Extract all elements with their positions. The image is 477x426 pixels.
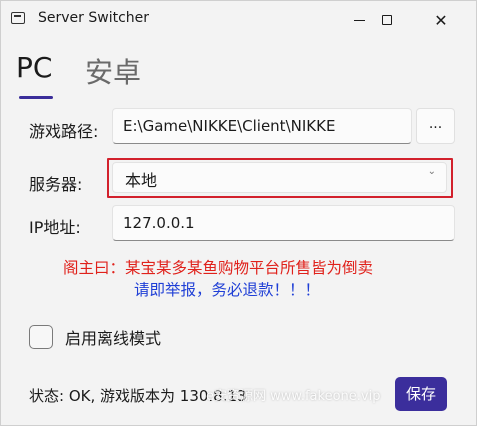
chevron-down-icon: ⌄ <box>427 166 436 177</box>
maximize-icon <box>382 15 392 25</box>
app-window-icon <box>11 12 25 24</box>
window-title: Server Switcher <box>38 10 150 26</box>
minimize-icon <box>353 19 365 21</box>
notice-warning-line: 阁主曰：某宝某多某鱼购物平台所售皆为倒卖 <box>63 259 374 277</box>
watermark: e安资源网 www.fakeone.vip <box>206 389 381 404</box>
offline-mode-label[interactable]: 启用离线模式 <box>65 325 161 349</box>
close-icon: ✕ <box>434 10 448 30</box>
server-label: 服务器: <box>29 175 83 194</box>
game-path-label: 游戏路径: <box>29 122 99 141</box>
maximize-button[interactable] <box>364 1 410 39</box>
tab-android[interactable]: 安卓 <box>85 51 141 91</box>
offline-mode-checkbox[interactable] <box>29 325 53 349</box>
ip-label: IP地址: <box>29 218 81 237</box>
server-select-value: 本地 <box>125 171 158 190</box>
browse-button[interactable]: ... <box>416 108 455 144</box>
tab-pc[interactable]: PC <box>16 51 52 84</box>
title-bar[interactable]: Server Switcher ✕ <box>1 1 476 39</box>
ip-input[interactable]: 127.0.0.1 <box>112 205 455 241</box>
notice-report-line: 请即举报，务必退款！！！ <box>134 281 321 299</box>
server-select[interactable]: 本地 ⌄ <box>112 162 447 193</box>
server-highlight-box: 本地 ⌄ <box>107 158 453 198</box>
save-button[interactable]: 保存 <box>395 377 447 411</box>
close-button[interactable]: ✕ <box>418 1 464 39</box>
selected-tab-indicator <box>19 96 53 99</box>
game-path-input[interactable]: E:\Game\NIKKE\Client\NIKKE <box>112 108 412 144</box>
app-window: Server Switcher ✕ PC 安卓 游戏路径: E:\Game\NI… <box>0 0 477 426</box>
